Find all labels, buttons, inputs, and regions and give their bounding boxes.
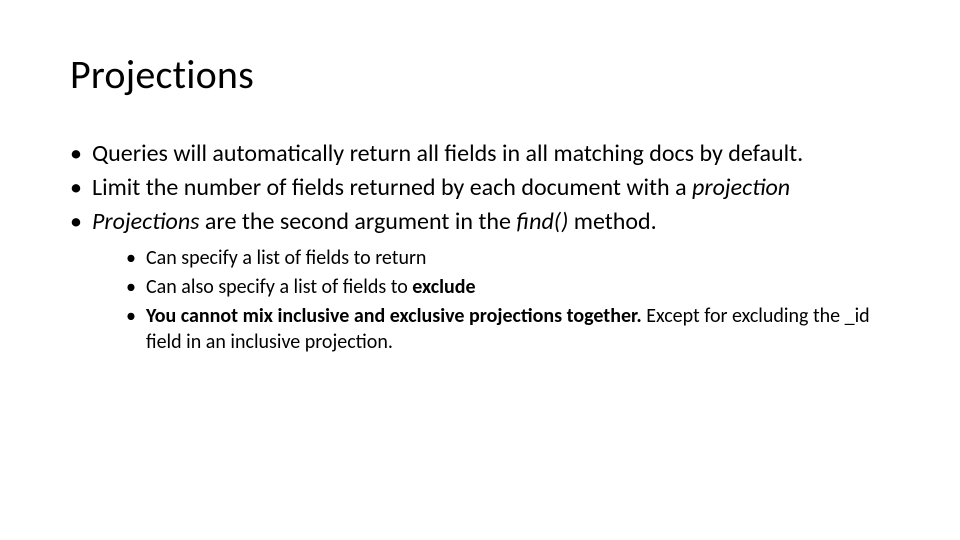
bullet-3: Projections are the second argument in t…: [70, 207, 890, 355]
slide: Projections Queries will automatically r…: [0, 0, 960, 540]
bullet-2: Limit the number of fields returned by e…: [70, 173, 890, 203]
bullet-3-em2: find(): [516, 207, 568, 236]
bullet-1: Queries will automatically return all fi…: [70, 139, 890, 169]
slide-title: Projections: [70, 50, 890, 99]
sub-bullet-2-bold: exclude: [412, 275, 475, 299]
sub-bullets: Can specify a list of fields to return C…: [92, 245, 890, 355]
bullet-2-em: projection: [692, 173, 790, 202]
bullet-3-em1: Projections: [92, 207, 200, 236]
sub-bullet-3: You cannot mix inclusive and exclusive p…: [126, 303, 890, 355]
sub-bullet-1-text: Can specify a list of fields to return: [146, 246, 426, 270]
sub-bullet-2-text: Can also specify a list of fields to: [146, 275, 412, 299]
sub-bullet-1: Can specify a list of fields to return: [126, 245, 890, 271]
bullet-3-text2: method.: [568, 207, 656, 236]
bullet-2-text: Limit the number of fields returned by e…: [92, 173, 692, 202]
bullet-1-text: Queries will automatically return all fi…: [92, 139, 803, 168]
main-bullets: Queries will automatically return all fi…: [70, 139, 890, 355]
sub-bullet-2: Can also specify a list of fields to exc…: [126, 274, 890, 300]
bullet-3-text1: are the second argument in the: [200, 207, 517, 236]
sub-bullet-3-bold: You cannot mix inclusive and exclusive p…: [146, 304, 642, 328]
